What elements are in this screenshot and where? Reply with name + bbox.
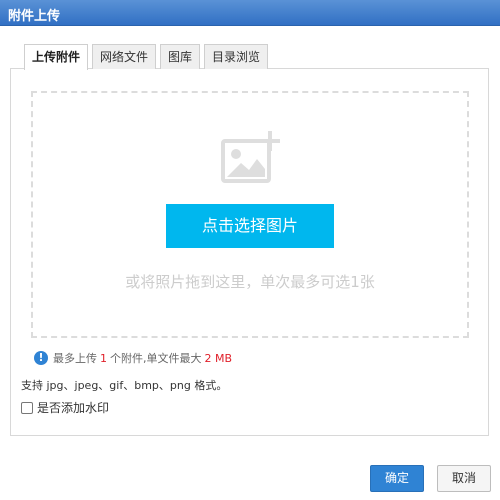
watermark-checkbox[interactable] (21, 401, 33, 414)
tab-upload-attachment[interactable]: 上传附件 (24, 44, 89, 70)
watermark-label[interactable]: 是否添加水印 (37, 399, 109, 416)
drop-zone[interactable]: 点击选择图片 或将照片拖到这里，单次最多可选1张 (31, 91, 469, 338)
max-size-value: 2 MB (204, 351, 233, 365)
drop-hint-text: 或将照片拖到这里，单次最多可选1张 (125, 273, 375, 291)
watermark-option[interactable]: 是否添加水印 (21, 399, 109, 416)
confirm-button[interactable]: 确定 (370, 465, 424, 492)
image-add-icon (221, 131, 280, 183)
info-middle: 个附件,单文件最大 (110, 352, 202, 365)
title-bar[interactable]: 附件上传 (0, 0, 500, 26)
dialog-title: 附件上传 (8, 9, 61, 24)
tab-gallery[interactable]: 图库 (160, 44, 201, 69)
tab-bar: 上传附件 网络文件 图库 目录浏览 (24, 44, 272, 70)
tab-network-file[interactable]: 网络文件 (92, 44, 157, 69)
upload-dialog: 附件上传 上传附件 网络文件 图库 目录浏览 点击选择图片 或将照片拖到这里，单… (0, 0, 500, 500)
choose-image-button[interactable]: 点击选择图片 (166, 204, 334, 248)
info-prefix: 最多上传 (53, 352, 97, 365)
tab-directory-browse[interactable]: 目录浏览 (204, 44, 269, 69)
max-count-value: 1 (100, 351, 107, 365)
cancel-button[interactable]: 取消 (437, 465, 491, 492)
upload-limit-info: ! 最多上传 1 个附件,单文件最大 2 MB (34, 350, 235, 366)
info-icon: ! (34, 351, 48, 365)
supported-formats-text: 支持 jpg、jpeg、gif、bmp、png 格式。 (21, 379, 228, 392)
